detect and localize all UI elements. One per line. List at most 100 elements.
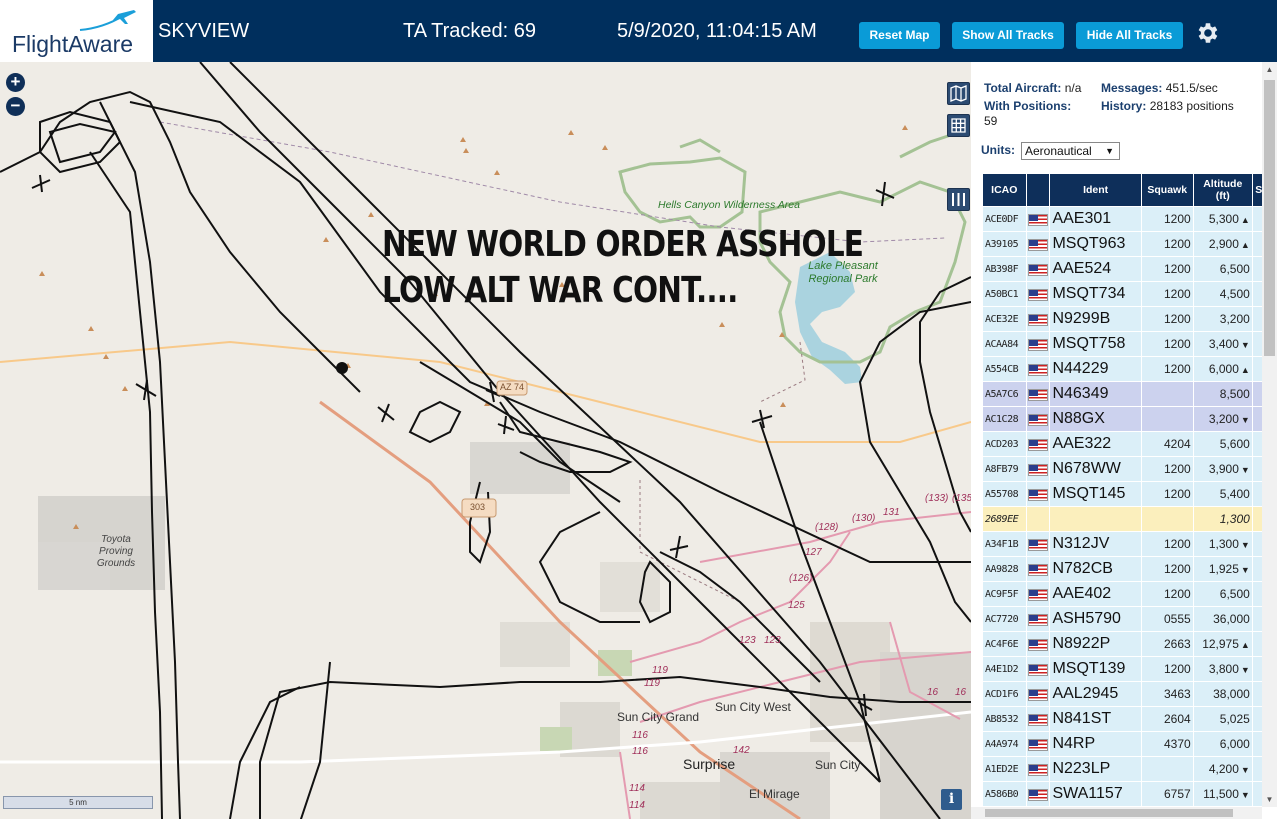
altitude-value: 1,300 <box>1208 537 1239 551</box>
table-row[interactable]: A586B0 SWA1157 6757 11,500 ▼ <box>982 781 1273 807</box>
squawk-cell: 4204 <box>1140 431 1194 457</box>
scroll-down-icon[interactable]: ▼ <box>1262 792 1277 807</box>
us-flag-icon <box>1027 363 1048 376</box>
table-row[interactable]: ACE32E N9299B 1200 3,200 <box>982 306 1273 332</box>
flightaware-logo[interactable]: FlightAware <box>0 0 153 62</box>
column-header-icao[interactable]: ICAO <box>982 173 1027 207</box>
ident-cell: N9299B <box>1049 306 1142 332</box>
us-flag-icon <box>1027 338 1048 351</box>
zoom-in-button[interactable]: + <box>6 73 25 92</box>
us-flag-icon <box>1027 763 1048 776</box>
messages-value: 451.5/sec <box>1165 81 1218 95</box>
horizontal-scrollbar[interactable] <box>971 807 1262 819</box>
table-row[interactable]: AC7720 ASH5790 0555 36,000 <box>982 606 1273 632</box>
flag-cell <box>1025 381 1051 407</box>
table-row[interactable]: ACAA84 MSQT758 1200 3,400 ▼ <box>982 331 1273 357</box>
table-row[interactable]: A5A7C6 N46349 8,500 <box>982 381 1273 407</box>
altitude-value: 3,900 <box>1208 462 1239 476</box>
table-row[interactable]: AC9F5F AAE402 1200 6,500 <box>982 581 1273 607</box>
ident-cell: AAE402 <box>1049 581 1142 607</box>
map-view[interactable]: Hells Canyon Wilderness Area Lake Pleasa… <box>0 62 971 819</box>
table-row[interactable]: A34F1B N312JV 1200 1,300 ▼ <box>982 531 1273 557</box>
altitude-cell: 4,200 ▼ <box>1192 756 1253 782</box>
squawk-cell: 1200 <box>1140 206 1194 232</box>
column-header-squawk[interactable]: Squawk <box>1140 173 1194 207</box>
icao-cell: A586B0 <box>982 781 1027 807</box>
table-row[interactable]: AA9828 N782CB 1200 1,925 ▼ <box>982 556 1273 582</box>
altitude-value: 6,500 <box>1219 587 1250 601</box>
squawk-cell: 6757 <box>1140 781 1194 807</box>
us-flag-icon <box>1027 313 1048 326</box>
descending-arrow-icon: ▼ <box>1240 665 1250 675</box>
scrollbar-thumb[interactable] <box>985 809 1233 817</box>
table-row[interactable]: 2689EE 1,300 <box>982 506 1273 532</box>
table-row[interactable]: AB8532 N841ST 2604 5,025 <box>982 706 1273 732</box>
table-row[interactable]: A4A974 N4RP 4370 6,000 <box>982 731 1273 757</box>
icao-cell: AB398F <box>982 256 1027 282</box>
table-row[interactable]: A55708 MSQT145 1200 5,400 <box>982 481 1273 507</box>
icao-cell: ACAA84 <box>982 331 1027 357</box>
info-icon[interactable]: i <box>941 789 962 810</box>
hide-all-tracks-button[interactable]: Hide All Tracks <box>1076 22 1183 49</box>
toggle-sidebar-button[interactable] <box>947 188 970 211</box>
vertical-scrollbar[interactable]: ▲ ▼ <box>1262 62 1277 807</box>
column-header-altitude[interactable]: Altitude (ft) <box>1192 173 1253 207</box>
table-row[interactable]: AC1C28 N88GX 3,200 ▼ <box>982 406 1273 432</box>
icao-cell: A34F1B <box>982 531 1027 557</box>
us-flag-icon <box>1027 638 1048 651</box>
reset-map-button[interactable]: Reset Map <box>859 22 940 49</box>
squawk-cell: 1200 <box>1140 656 1194 682</box>
climbing-arrow-icon: ▲ <box>1240 640 1250 650</box>
altitude-cell: 6,500 <box>1192 256 1253 282</box>
grid-toggle-button[interactable] <box>947 114 970 137</box>
units-select[interactable]: Aeronautical ▼ <box>1021 142 1120 160</box>
zoom-out-button[interactable]: − <box>6 97 25 116</box>
flag-cell <box>1025 731 1051 757</box>
history-label: History: <box>1101 99 1147 113</box>
squawk-cell: 1200 <box>1140 531 1194 557</box>
altitude-cell: 38,000 <box>1192 681 1253 707</box>
altitude-value: 1,925 <box>1208 562 1239 576</box>
us-flag-icon <box>1027 788 1048 801</box>
table-row[interactable]: ACD203 AAE322 4204 5,600 <box>982 431 1273 457</box>
table-row[interactable]: A8FB79 N678WW 1200 3,900 ▼ <box>982 456 1273 482</box>
table-row[interactable]: AC4F6E N8922P 2663 12,975 ▲ <box>982 631 1273 657</box>
us-flag-icon <box>1027 538 1048 551</box>
table-row[interactable]: ACD1F6 AAL2945 3463 38,000 <box>982 681 1273 707</box>
with-positions-label: With Positions: <box>984 99 1072 113</box>
az74-shield-label: AZ 74 <box>500 382 525 392</box>
icao-cell: ACE0DF <box>982 206 1027 232</box>
altitude-cell: 11,500 ▼ <box>1192 781 1253 807</box>
scrollbar-thumb[interactable] <box>1264 80 1275 356</box>
map-layers-button[interactable] <box>947 82 970 105</box>
us-flag-icon <box>1027 738 1048 751</box>
flag-cell <box>1025 481 1051 507</box>
altitude-cell: 8,500 <box>1192 381 1253 407</box>
column-header-ident[interactable]: Ident <box>1049 173 1142 207</box>
altitude-cell: 6,000 <box>1192 731 1253 757</box>
icao-cell: A554CB <box>982 356 1027 382</box>
table-row[interactable]: AB398F AAE524 1200 6,500 <box>982 256 1273 282</box>
descending-arrow-icon: ▼ <box>1240 790 1250 800</box>
route-number: 123 <box>764 635 781 646</box>
gear-icon[interactable] <box>1194 20 1220 46</box>
table-row[interactable]: A554CB N44229 1200 6,000 ▲ <box>982 356 1273 382</box>
overlay-line: NEW WORLD ORDER ASSHOLE <box>382 224 864 265</box>
ident-cell: AAE301 <box>1049 206 1142 232</box>
table-row[interactable]: ACE0DF AAE301 1200 5,300 ▲ <box>982 206 1273 232</box>
scroll-up-icon[interactable]: ▲ <box>1262 62 1277 77</box>
squawk-cell <box>1140 406 1194 432</box>
flag-cell <box>1025 606 1051 632</box>
us-flag-icon <box>1027 438 1048 451</box>
table-row[interactable]: A4E1D2 MSQT139 1200 3,800 ▼ <box>982 656 1273 682</box>
table-row[interactable]: A50BC1 MSQT734 1200 4,500 <box>982 281 1273 307</box>
descending-arrow-icon: ▼ <box>1240 540 1250 550</box>
sun-city-grand-label: Sun City Grand <box>617 710 700 724</box>
table-row[interactable]: A1ED2E N223LP 4,200 ▼ <box>982 756 1273 782</box>
icao-cell: A55708 <box>982 481 1027 507</box>
with-positions-value: 59 <box>984 114 998 128</box>
route-number: (126) <box>789 573 813 584</box>
column-header-flag[interactable] <box>1025 173 1051 207</box>
show-all-tracks-button[interactable]: Show All Tracks <box>952 22 1064 49</box>
table-row[interactable]: A39105 MSQT963 1200 2,900 ▲ <box>982 231 1273 257</box>
